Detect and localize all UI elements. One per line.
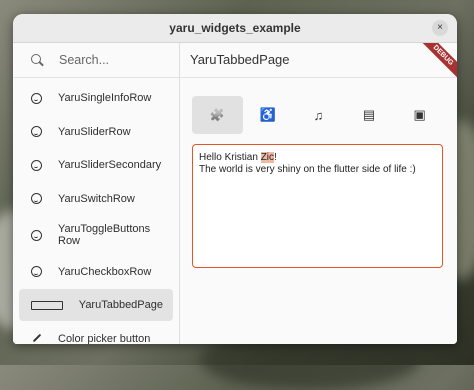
text-area[interactable]: Hello Kristian Zic! The world is very sh… [192, 144, 443, 268]
tv-icon: ▣ [413, 107, 426, 122]
puzzle-icon: 🧩 [209, 108, 225, 122]
page-title: YaruTabbedPage [190, 52, 290, 67]
music-icon: ♫ [313, 107, 324, 123]
smiley-icon [31, 92, 42, 104]
app-window: yaru_widgets_example × Search... YaruSin… [13, 14, 457, 344]
sidebar-item-label: YaruCheckboxRow [58, 265, 152, 278]
sidebar-item-label: YaruSliderSecondary [58, 159, 162, 171]
sidebar-item-label: YaruToggleButtonsRow [58, 223, 151, 247]
debug-banner: DEBUG [417, 43, 457, 77]
search-bar[interactable]: Search... [13, 43, 179, 78]
tab-icon [31, 300, 63, 310]
sidebar-item-label: YaruSwitchRow [58, 192, 135, 205]
sidebar-item-checkbox-row[interactable]: YaruCheckboxRow [19, 256, 173, 288]
sidebar-item-label: YaruSliderRow [58, 125, 131, 138]
search-input[interactable]: Search... [59, 53, 109, 67]
sidebar: Search... YaruSingleInfoRow YaruSliderRo… [13, 43, 180, 344]
sidebar-item-label: YaruSingleInfoRow [58, 92, 152, 104]
tab-puzzle[interactable]: 🧩 [192, 96, 243, 134]
smiley-icon [31, 266, 42, 277]
sidebar-item-label: Color picker button [58, 332, 151, 345]
accessibility-icon: ♿ [259, 107, 276, 122]
text-selection: Zic [260, 152, 275, 163]
close-button[interactable]: × [432, 20, 448, 36]
tab-tv[interactable]: ▣ [394, 96, 445, 134]
sidebar-item-switch-row[interactable]: YaruSwitchRow [19, 183, 173, 215]
sidebar-item-label: YaruTabbedPage [78, 299, 163, 311]
smiley-icon [31, 193, 42, 204]
text-line-2: The world is very shiny on the flutter s… [199, 164, 416, 175]
sidebar-item-slider-row[interactable]: YaruSliderRow [19, 116, 173, 148]
title-bar: yaru_widgets_example × [13, 14, 457, 43]
window-title: yaru_widgets_example [169, 21, 301, 35]
smiley-icon [31, 159, 42, 171]
sidebar-list: YaruSingleInfoRow YaruSliderRow YaruSlid… [13, 82, 179, 344]
tab-bar: 🧩 ♿ ♫ ▤ ▣ [192, 96, 445, 134]
tab-music[interactable]: ♫ [293, 96, 344, 134]
page-header: YaruTabbedPage DEBUG [180, 43, 457, 78]
text-line-1-prefix: Hello Kristian [199, 152, 261, 163]
main-panel: YaruTabbedPage DEBUG 🧩 ♿ ♫ ▤ ▣ Hello Kri… [180, 43, 457, 344]
sidebar-item-toggle-buttons-row[interactable]: YaruToggleButtonsRow [19, 216, 173, 254]
contact-icon: ▤ [362, 107, 376, 122]
sidebar-item-slider-secondary[interactable]: YaruSliderSecondary [19, 149, 173, 181]
tab-accessibility[interactable]: ♿ [243, 96, 294, 134]
close-icon: × [437, 22, 443, 33]
smiley-icon [31, 229, 42, 241]
color-picker-icon [31, 333, 42, 344]
tab-contact[interactable]: ▤ [344, 96, 395, 134]
sidebar-item-tabbed-page[interactable]: YaruTabbedPage [19, 289, 173, 321]
search-icon [31, 54, 43, 66]
sidebar-item-single-info-row[interactable]: YaruSingleInfoRow [19, 82, 173, 114]
sidebar-item-color-picker[interactable]: Color picker button [19, 323, 173, 345]
text-line-1-suffix: ! [274, 152, 277, 163]
text-line-1: Hello Kristian Zic! [199, 152, 436, 164]
smiley-icon [31, 126, 42, 137]
